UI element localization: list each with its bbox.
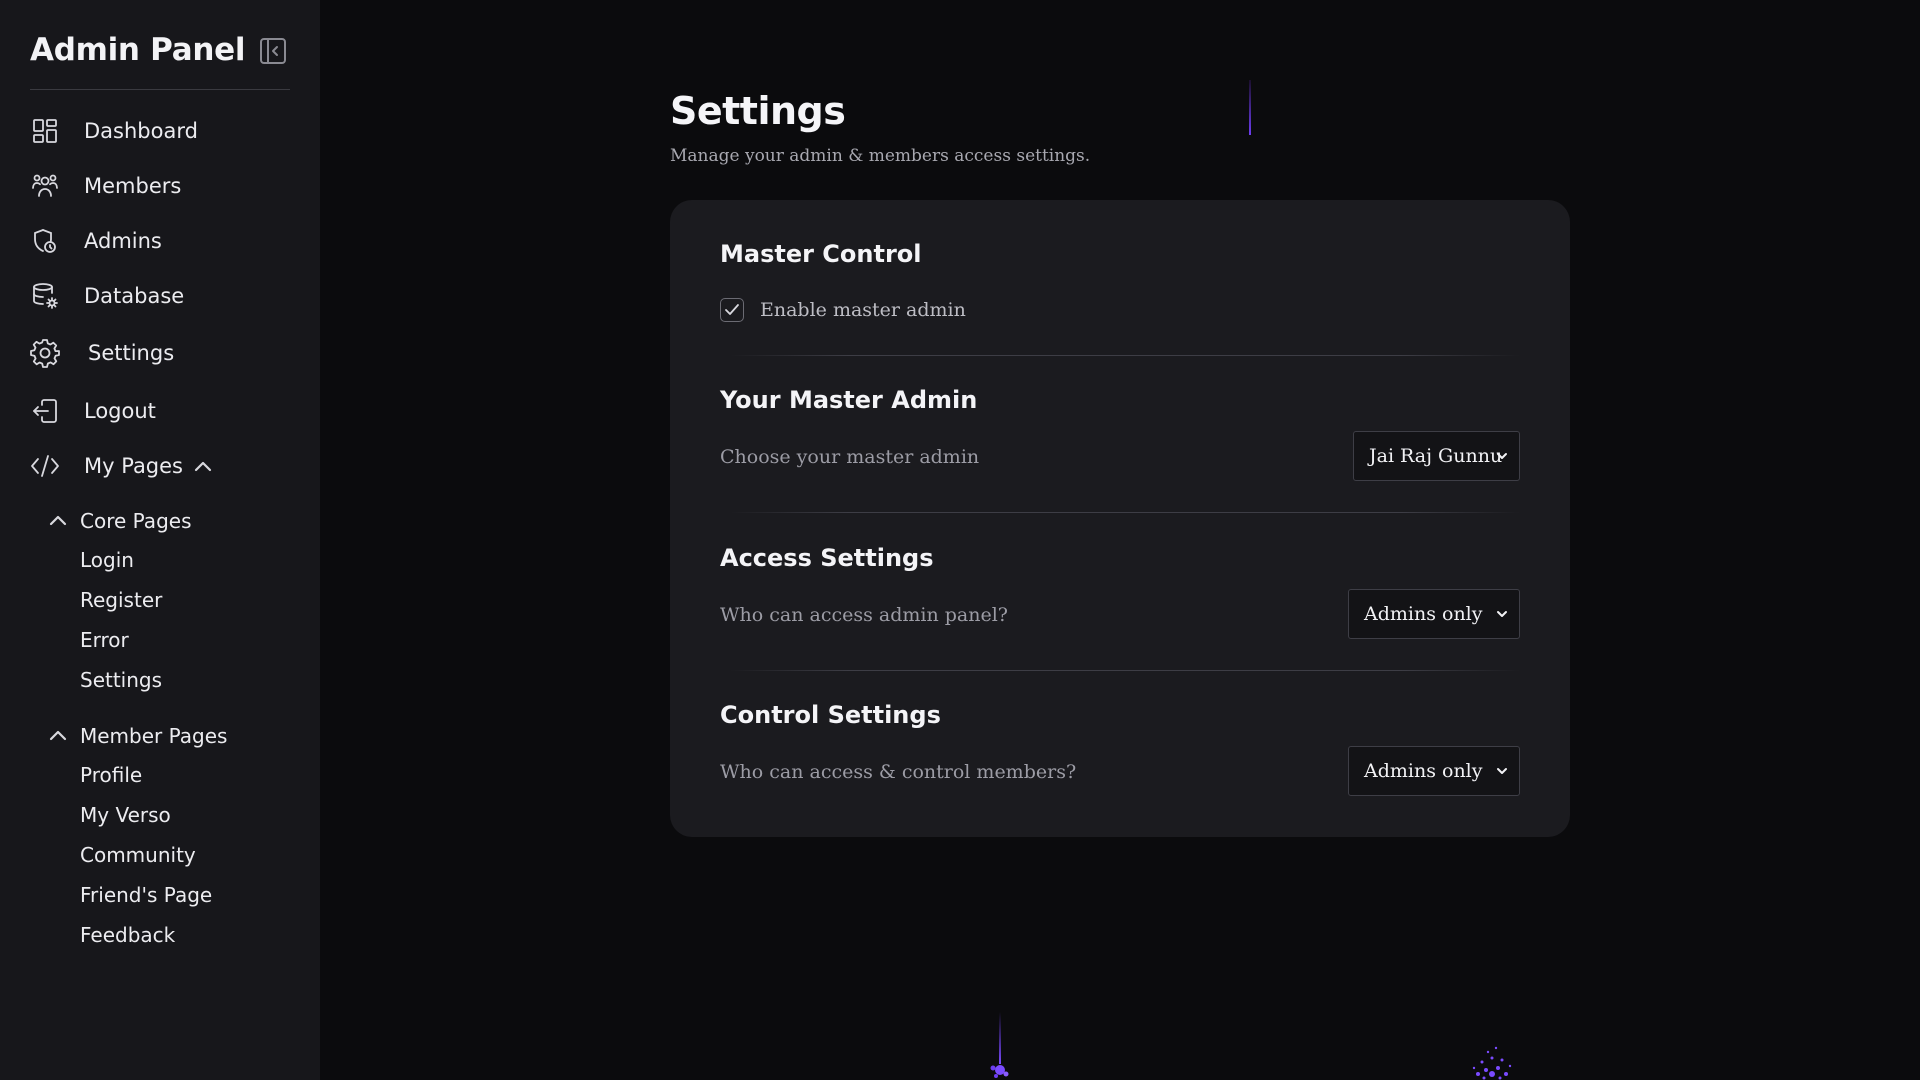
section-divider xyxy=(730,512,1520,513)
enable-master-admin-checkbox[interactable] xyxy=(720,298,744,322)
settings-card: Master Control Enable master admin Your … xyxy=(670,200,1570,837)
sub-item-register[interactable]: Register xyxy=(80,585,162,615)
chevron-up-icon xyxy=(48,512,68,531)
admin-shield-icon xyxy=(30,226,60,256)
database-settings-icon xyxy=(30,281,60,311)
nav-label-admins: Admins xyxy=(84,229,162,253)
sidebar: Admin Panel Dashboard Members Admins Dat… xyxy=(0,0,320,1080)
control-settings-select[interactable]: Admins only xyxy=(1348,746,1520,796)
group-label-member-pages: Member Pages xyxy=(80,724,228,748)
sidebar-collapse-button[interactable] xyxy=(258,36,288,66)
sub-item-my-verso[interactable]: My Verso xyxy=(80,800,171,830)
decorative-spark-effect xyxy=(990,1012,1009,1078)
chevron-up-icon xyxy=(193,459,213,473)
nav-item-admins[interactable]: Admins xyxy=(30,221,290,261)
brand-divider xyxy=(30,89,290,90)
nav-item-logout[interactable]: Logout xyxy=(30,391,290,431)
section-title-master-admin: Your Master Admin xyxy=(720,386,978,414)
sub-item-settings[interactable]: Settings xyxy=(80,665,162,695)
master-admin-description: Choose your master admin xyxy=(720,446,980,468)
sub-item-login[interactable]: Login xyxy=(80,545,134,575)
nav-item-settings[interactable]: Settings xyxy=(30,333,290,373)
group-head-core-pages[interactable]: Core Pages xyxy=(48,505,191,537)
gear-icon xyxy=(30,338,60,368)
sub-item-profile[interactable]: Profile xyxy=(80,760,142,790)
page-title: Settings xyxy=(670,89,846,133)
chevron-down-icon xyxy=(1495,607,1509,621)
section-title-master-control: Master Control xyxy=(720,240,922,268)
chevron-down-icon xyxy=(1495,449,1509,463)
dashboard-grid-icon xyxy=(30,116,60,146)
decorative-particles xyxy=(1472,1046,1512,1080)
nav-label-database: Database xyxy=(84,284,185,308)
code-icon xyxy=(30,451,60,481)
nav-label-logout: Logout xyxy=(84,399,156,423)
section-title-access-settings: Access Settings xyxy=(720,544,934,572)
chevron-up-icon xyxy=(48,727,68,746)
sidebar-brand: Admin Panel xyxy=(30,30,290,70)
access-settings-select-value: Admins only xyxy=(1364,603,1483,625)
decorative-accent-line xyxy=(1249,80,1251,135)
sub-item-feedback[interactable]: Feedback xyxy=(80,920,175,950)
sub-item-friends-page[interactable]: Friend's Page xyxy=(80,880,212,910)
chevron-down-icon xyxy=(1495,764,1509,778)
brand-title: Admin Panel xyxy=(30,32,246,68)
checkmark-icon xyxy=(725,304,739,315)
section-divider xyxy=(730,355,1520,356)
nav-item-members[interactable]: Members xyxy=(30,166,290,206)
nav-label-my-pages: My Pages xyxy=(84,454,184,478)
page-subtitle: Manage your admin & members access setti… xyxy=(670,146,1091,166)
logout-icon xyxy=(30,396,60,426)
nav-label-dashboard: Dashboard xyxy=(84,119,198,143)
app-root: Admin Panel Dashboard Members Admins Dat… xyxy=(0,0,1920,1080)
control-settings-select-value: Admins only xyxy=(1364,760,1483,782)
nav-item-my-pages[interactable]: My Pages xyxy=(30,446,290,486)
sub-item-community[interactable]: Community xyxy=(80,840,196,870)
nav-item-dashboard[interactable]: Dashboard xyxy=(30,111,290,151)
users-icon xyxy=(30,171,60,201)
nav-label-settings: Settings xyxy=(88,341,175,365)
enable-master-admin-row[interactable]: Enable master admin xyxy=(720,296,966,324)
section-divider xyxy=(730,670,1520,671)
access-settings-select[interactable]: Admins only xyxy=(1348,589,1520,639)
sidebar-collapse-icon xyxy=(260,38,286,64)
group-label-core-pages: Core Pages xyxy=(80,509,192,533)
section-title-control-settings: Control Settings xyxy=(720,701,941,729)
master-admin-select-value: Jai Raj Gunnu xyxy=(1369,445,1503,467)
nav-label-members: Members xyxy=(84,174,182,198)
sub-item-error[interactable]: Error xyxy=(80,625,129,655)
access-settings-description: Who can access admin panel? xyxy=(720,604,1008,626)
group-head-member-pages[interactable]: Member Pages xyxy=(48,720,227,752)
master-admin-select[interactable]: Jai Raj Gunnu xyxy=(1353,431,1520,481)
nav-item-database[interactable]: Database xyxy=(30,276,290,316)
control-settings-description: Who can access & control members? xyxy=(720,761,1077,783)
enable-master-admin-label: Enable master admin xyxy=(760,299,966,321)
